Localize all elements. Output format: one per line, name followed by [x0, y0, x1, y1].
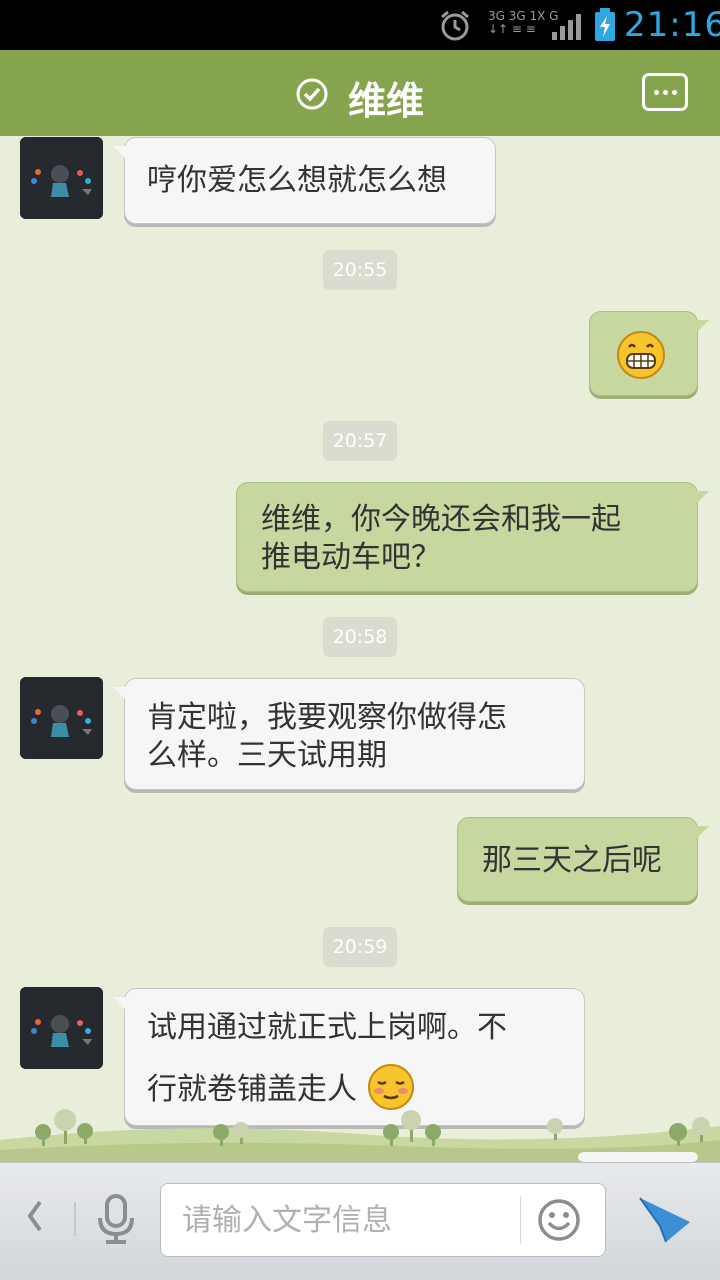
- message-bubble-received: 哼你爱怎么想就怎么想: [113, 137, 496, 224]
- battery-charging-icon: [595, 8, 615, 41]
- send-icon[interactable]: [636, 1192, 694, 1246]
- message-bubble-sent: 维维，你今晚还会和我一起 推电动车吧？: [236, 482, 709, 592]
- emoji-smile-icon[interactable]: [537, 1198, 581, 1242]
- message-timestamp: 20:55: [323, 250, 397, 290]
- background-scenery: [0, 1109, 720, 1162]
- message-input[interactable]: [182, 1198, 502, 1242]
- alarm-icon: [441, 10, 469, 41]
- status-time: 21:16: [624, 5, 720, 45]
- message-text-line: 维维，你今晚还会和我一起: [261, 502, 621, 537]
- contact-avatar[interactable]: [20, 137, 103, 219]
- message-timestamp: 20:59: [323, 927, 397, 967]
- divider: [520, 1196, 521, 1244]
- message-text-line: 试用通过就正式上岗啊。不: [147, 1010, 507, 1045]
- contact-avatar[interactable]: [20, 677, 103, 759]
- message-text: 哼你爱怎么想就怎么想: [147, 163, 447, 198]
- network-type-label: 3G 3G 1X G ↓↑ ≡ ≡: [488, 9, 559, 36]
- message-text: 那三天之后呢: [482, 843, 662, 878]
- message-timestamp: 20:57: [323, 421, 397, 461]
- chat-menu-button[interactable]: [642, 73, 688, 111]
- message-text-line: 推电动车吧？: [261, 540, 441, 575]
- message-text-line: 么样。三天试用期: [147, 738, 387, 773]
- message-bubble-received: 肯定啦，我要观察你做得怎 么样。三天试用期: [113, 678, 585, 790]
- message-bubble-sent: [589, 311, 709, 396]
- message-text-line: 肯定啦，我要观察你做得怎: [147, 700, 507, 735]
- signal-icon: [552, 14, 581, 40]
- divider: [74, 1202, 76, 1236]
- back-arrow-icon[interactable]: [24, 1196, 46, 1236]
- message-bubble-sent: 那三天之后呢: [457, 817, 709, 902]
- check-circle-icon: [296, 78, 328, 110]
- contact-name: 维维: [348, 79, 425, 123]
- microphone-icon[interactable]: [94, 1192, 138, 1246]
- message-timestamp: 20:58: [323, 617, 397, 657]
- contact-avatar[interactable]: [20, 987, 103, 1069]
- grin-emoji: [617, 331, 665, 379]
